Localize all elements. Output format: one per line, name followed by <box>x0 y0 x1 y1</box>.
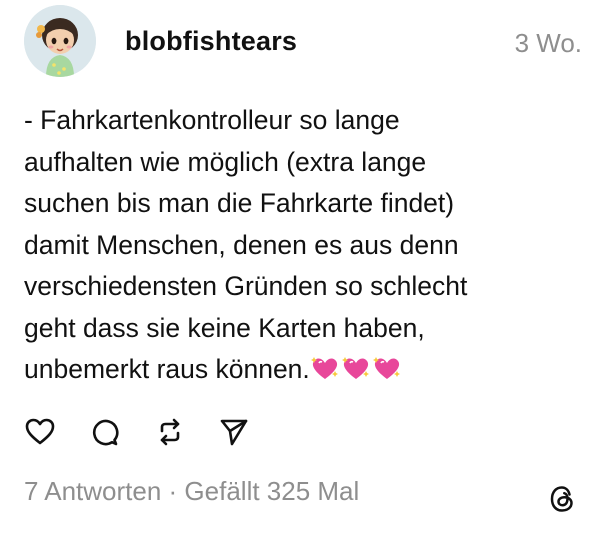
comment-icon <box>92 419 119 446</box>
post-body-line: geht dass sie keine Karten haben, <box>24 312 425 343</box>
stats-separator: · <box>161 476 185 506</box>
post-body-line-text: unbemerkt raus können. <box>24 354 310 384</box>
post-timestamp: 3 Wo. <box>514 28 582 58</box>
sparkling-heart-icon <box>372 355 402 381</box>
cartoon-girl-avatar-icon <box>24 5 96 77</box>
reply-button[interactable] <box>88 416 120 448</box>
post-body-line: verschiedensten Gründen so schlecht <box>24 271 468 301</box>
send-icon <box>220 419 248 446</box>
post-body-last-line: unbemerkt raus können. <box>24 349 584 391</box>
post-body: - Fahrkartenkontrolleur so lange aufhalt… <box>24 100 584 391</box>
post-stats: 7 Antworten · Gefällt 325 Mal <box>24 476 359 507</box>
like-button[interactable] <box>24 416 56 448</box>
likes-count-link[interactable]: Gefällt 325 Mal <box>184 476 359 506</box>
post-body-line: suchen bis man die Fahrkarte findet) <box>24 188 455 218</box>
repost-button[interactable] <box>154 416 186 448</box>
sparkling-heart-icon <box>341 355 371 381</box>
threads-post: blobfishtears 3 Wo. - Fahrkartenkontroll… <box>0 0 600 548</box>
username[interactable]: blobfishtears <box>125 26 297 57</box>
sparkling-heart-icon <box>310 355 340 381</box>
post-body-line: aufhalten wie möglich (extra lange <box>24 146 427 177</box>
post-body-line: damit Menschen, denen es aus denn <box>24 229 459 260</box>
replies-count-link[interactable]: 7 Antworten <box>24 476 161 506</box>
threads-logo-icon[interactable] <box>546 483 578 515</box>
post-body-line: - Fahrkartenkontrolleur so lange <box>24 105 400 135</box>
heart-icon <box>25 418 55 445</box>
avatar[interactable] <box>24 5 96 77</box>
repost-icon <box>160 418 180 446</box>
share-button[interactable] <box>218 416 250 448</box>
